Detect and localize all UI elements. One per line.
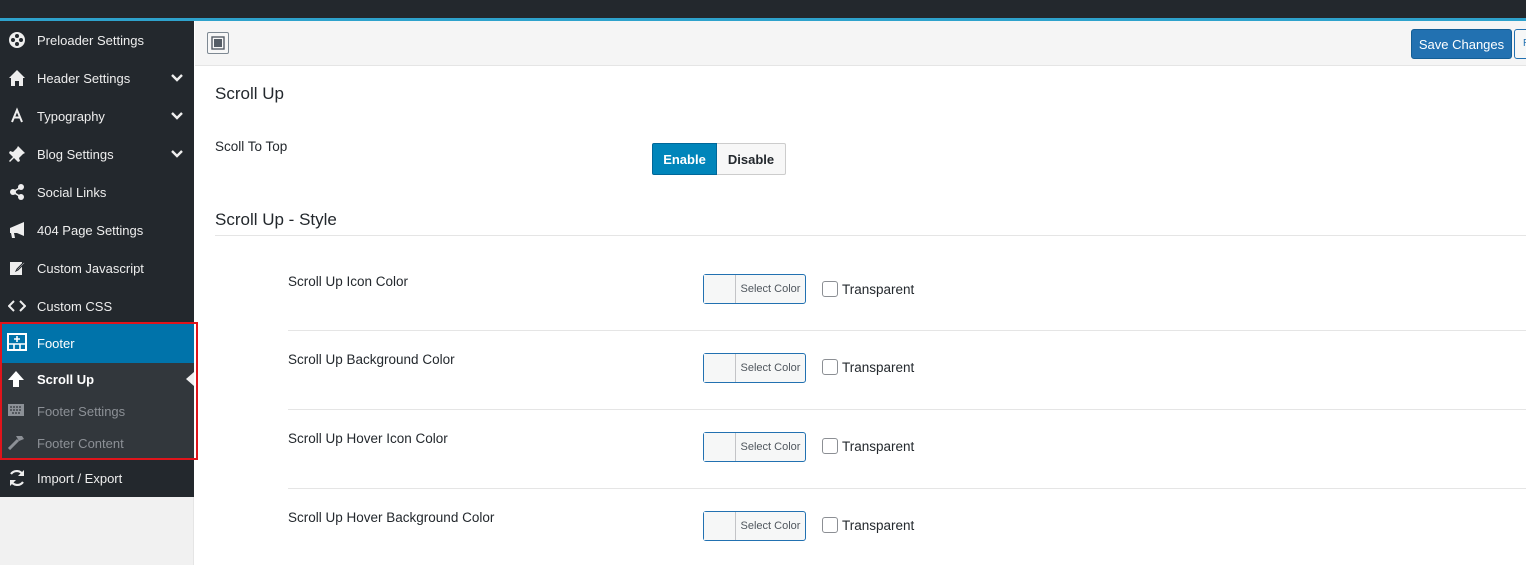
- transparent-label: Transparent: [842, 517, 915, 533]
- sidebar-item-label: Footer: [37, 335, 75, 351]
- row-divider: [288, 330, 1526, 331]
- hover-background-color-label: Scroll Up Hover Background Color: [288, 510, 495, 525]
- sidebar-item-label: Typography: [37, 108, 105, 124]
- submenu-item-label: Scroll Up: [37, 371, 95, 387]
- code-icon: [7, 296, 27, 316]
- letter-a-icon: [7, 106, 27, 126]
- icon-color-transparent-checkbox[interactable]: Transparent: [822, 281, 914, 297]
- chevron-down-icon: [171, 150, 183, 158]
- scroll-to-top-label: Scoll To Top: [215, 139, 288, 154]
- options-toolbar: [195, 21, 1526, 66]
- checkbox[interactable]: [822, 281, 838, 297]
- color-swatch: [704, 512, 736, 540]
- sidebar-item-label: Blog Settings: [37, 146, 114, 162]
- sidebar-item-404-page-settings[interactable]: 404 Page Settings: [0, 211, 194, 249]
- admin-top-bar: [0, 0, 1526, 18]
- disable-button[interactable]: Disable: [717, 143, 786, 175]
- select-color-label: Select Color: [740, 283, 801, 295]
- chevron-down-icon: [171, 74, 183, 82]
- reset-button[interactable]: R: [1514, 29, 1526, 59]
- icon-color-picker[interactable]: Select Color: [703, 274, 806, 304]
- background-color-transparent-checkbox[interactable]: Transparent: [822, 359, 914, 375]
- transparent-label: Transparent: [842, 281, 915, 297]
- icon-color-label: Scroll Up Icon Color: [288, 274, 409, 289]
- hover-background-color-transparent-checkbox[interactable]: Transparent: [822, 517, 914, 533]
- sidebar-item-blog-settings[interactable]: Blog Settings: [0, 135, 194, 173]
- sidebar-item-label: Social Links: [37, 184, 107, 200]
- sidebar-item-label: Custom Javascript: [37, 260, 144, 276]
- section-divider: [215, 235, 1526, 236]
- submenu-item-scroll-up[interactable]: Scroll Up: [0, 363, 194, 395]
- hover-icon-color-transparent-checkbox[interactable]: Transparent: [822, 438, 914, 454]
- sidebar-item-custom-javascript[interactable]: Custom Javascript: [0, 249, 194, 287]
- scroll-to-top-toggle: Enable Disable: [652, 143, 786, 175]
- checkbox[interactable]: [822, 359, 838, 375]
- sidebar-item-import-export[interactable]: Import / Export: [0, 459, 194, 497]
- save-changes-button[interactable]: Save Changes: [1411, 29, 1512, 59]
- keyboard-icon: [7, 402, 27, 420]
- footer-grid-icon: [7, 333, 27, 353]
- submenu-item-footer-content[interactable]: Footer Content: [0, 427, 194, 459]
- footer-submenu: Scroll Up Footer Settings Footer Content: [0, 363, 194, 460]
- transparent-label: Transparent: [842, 438, 915, 454]
- refresh-icon: [7, 468, 27, 488]
- row-divider: [288, 488, 1526, 489]
- background-color-picker[interactable]: Select Color: [703, 353, 806, 383]
- submenu-item-footer-settings[interactable]: Footer Settings: [0, 395, 194, 427]
- select-color-label: Select Color: [740, 441, 801, 453]
- style-section-title: Scroll Up - Style: [215, 210, 337, 229]
- submenu-item-label: Footer Content: [37, 435, 124, 451]
- section-title: Scroll Up: [215, 84, 284, 103]
- pin-icon: [7, 144, 27, 164]
- background-color-label: Scroll Up Background Color: [288, 352, 455, 367]
- sidebar-item-header-settings[interactable]: Header Settings: [0, 59, 194, 97]
- hover-background-color-picker[interactable]: Select Color: [703, 511, 806, 541]
- hover-icon-color-picker[interactable]: Select Color: [703, 432, 806, 462]
- current-indicator: [186, 372, 194, 386]
- color-swatch: [704, 275, 736, 303]
- sidebar-item-label: 404 Page Settings: [37, 222, 144, 238]
- sidebar-item-custom-css[interactable]: Custom CSS: [0, 287, 194, 325]
- select-color-label: Select Color: [740, 520, 801, 532]
- transparent-label: Transparent: [842, 359, 915, 375]
- color-swatch: [704, 433, 736, 461]
- hover-icon-color-label: Scroll Up Hover Icon Color: [288, 431, 448, 446]
- checkbox[interactable]: [822, 517, 838, 533]
- home-icon: [7, 68, 27, 88]
- sidebar-item-social-links[interactable]: Social Links: [0, 173, 194, 211]
- select-color-label: Select Color: [740, 362, 801, 374]
- row-divider: [288, 409, 1526, 410]
- sidebar-item-preloader-settings[interactable]: Preloader Settings: [0, 21, 194, 59]
- sidebar-item-footer[interactable]: Footer: [0, 323, 194, 363]
- arrow-up-icon: [7, 370, 27, 388]
- color-swatch: [704, 354, 736, 382]
- layout-icon: [211, 36, 225, 50]
- wheel-icon: [7, 30, 27, 50]
- edit-icon: [7, 258, 27, 278]
- layout-toggle-button[interactable]: [207, 32, 229, 54]
- submenu-item-label: Footer Settings: [37, 403, 126, 419]
- share-icon: [7, 182, 27, 202]
- checkbox[interactable]: [822, 438, 838, 454]
- sidebar-empty-area: [0, 497, 194, 565]
- sidebar-item-typography[interactable]: Typography: [0, 97, 194, 135]
- sidebar-item-label: Preloader Settings: [37, 32, 144, 48]
- chevron-down-icon: [171, 112, 183, 120]
- megaphone-icon: [7, 220, 27, 240]
- enable-button[interactable]: Enable: [652, 143, 717, 175]
- hammer-icon: [7, 434, 27, 452]
- sidebar-item-label: Import / Export: [37, 470, 123, 486]
- sidebar-item-label: Custom CSS: [37, 298, 113, 314]
- sidebar-item-label: Header Settings: [37, 70, 131, 86]
